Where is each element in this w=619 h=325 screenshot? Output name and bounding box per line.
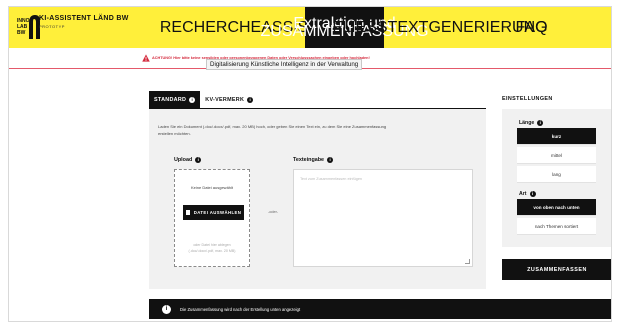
warning-triangle-icon — [142, 54, 150, 62]
text-input-label: Texteingabe i — [293, 157, 334, 163]
drop-hint-line2: (.doc/.docx/.pdf, max. 20 MB) — [188, 249, 236, 253]
info-icon[interactable]: i — [537, 120, 544, 126]
tab-standard[interactable]: STANDARD i — [149, 91, 201, 108]
mode-tabs: STANDARD i KV-VERMERK i — [149, 91, 258, 108]
type-label: Art i — [519, 191, 536, 197]
nav-item-fliesstextgenerierung[interactable]: FLIESSTEXTGENERIERUNG — [332, 7, 547, 48]
choose-file-label: DATEI AUSWÄHLEN — [193, 210, 242, 215]
nav-item-faq[interactable]: FAQ — [516, 7, 548, 48]
info-icon[interactable]: i — [195, 157, 202, 163]
drop-hint: oder Datei hier ablegen (.doc/.docx/.pdf… — [175, 242, 249, 254]
tab-label: STANDARD — [154, 96, 187, 103]
settings-title: EINSTELLUNGEN — [502, 96, 553, 102]
option-label: nach Themen sortiert — [534, 223, 579, 229]
app-frame: INNO LAB BW KI-ASSISTENT LÄND BW PROTOTY… — [8, 6, 612, 322]
file-dropzone[interactable]: Keine Datei ausgewählt DATEI AUSWÄHLEN o… — [174, 169, 250, 267]
text-input-area[interactable]: Text zum Zusammenfassen einfügen — [293, 169, 473, 267]
type-label-text: Art — [519, 191, 527, 197]
tab-kv-vermerk[interactable]: KV-VERMERK i — [200, 91, 258, 108]
input-panel: Laden Sie ein Dokument (.doc/.docx/.pdf,… — [149, 109, 486, 289]
text-input-placeholder: Text zum Zusammenfassen einfügen — [300, 177, 363, 181]
length-option-mittel[interactable]: mittel — [517, 147, 596, 164]
length-label: Länge i — [519, 120, 544, 126]
or-separator: -oder- — [268, 210, 279, 214]
info-icon: i — [162, 304, 171, 314]
settings-panel: Länge i kurz mittel lang Art i von oben … — [502, 109, 611, 247]
type-option-by-topic[interactable]: nach Themen sortiert — [517, 218, 596, 235]
summarize-button-label: ZUSAMMENFASSEN — [527, 266, 587, 273]
tooltip: Digitalisierung Künstliche Intelligenz i… — [206, 59, 363, 70]
result-info-bar: i Die Zusammenfassung wird nach der Erst… — [149, 299, 611, 319]
info-icon[interactable]: i — [189, 96, 196, 103]
text-input-label-text: Texteingabe — [293, 157, 325, 163]
type-option-top-down[interactable]: von oben nach unten — [517, 199, 596, 216]
option-label: von oben nach unten — [533, 204, 580, 210]
top-navigation-bar: INNO LAB BW KI-ASSISTENT LÄND BW PROTOTY… — [9, 7, 611, 48]
tab-label: KV-VERMERK — [205, 96, 245, 103]
choose-file-button[interactable]: DATEI AUSWÄHLEN — [183, 205, 244, 220]
logo-arch-icon: INNO LAB BW — [17, 15, 40, 39]
length-option-lang[interactable]: lang — [517, 166, 596, 183]
summarize-button[interactable]: ZUSAMMENFASSEN — [502, 259, 611, 280]
document-icon — [185, 210, 190, 215]
intro-text: Laden Sie ein Dokument (.doc/.docx/.pdf,… — [158, 124, 387, 136]
upload-label-text: Upload — [174, 157, 193, 163]
info-icon[interactable]: i — [529, 191, 536, 197]
result-info-text: Die Zusammenfassung wird nach der Erstel… — [180, 306, 301, 312]
option-label: kurz — [551, 133, 562, 139]
drop-hint-line1: oder Datei hier ablegen — [193, 243, 231, 247]
upload-label: Upload i — [174, 157, 202, 163]
nav-item-label: FAQ — [515, 18, 548, 36]
brand-subtitle: PROTOTYP — [39, 24, 65, 29]
option-label: lang — [552, 171, 561, 177]
info-icon[interactable]: i — [327, 157, 334, 163]
resize-handle[interactable] — [465, 259, 470, 264]
option-label: mittel — [551, 152, 562, 158]
brand-name: KI-ASSISTENT LÄND BW PROTOTYP — [39, 15, 129, 29]
svg-text:BW: BW — [17, 30, 26, 36]
brand-title: KI-ASSISTENT LÄND BW — [39, 15, 129, 22]
no-file-text: Keine Datei ausgewählt — [190, 185, 234, 190]
length-label-text: Länge — [519, 120, 535, 126]
info-icon[interactable]: i — [247, 96, 254, 103]
length-option-kurz[interactable]: kurz — [517, 128, 596, 145]
